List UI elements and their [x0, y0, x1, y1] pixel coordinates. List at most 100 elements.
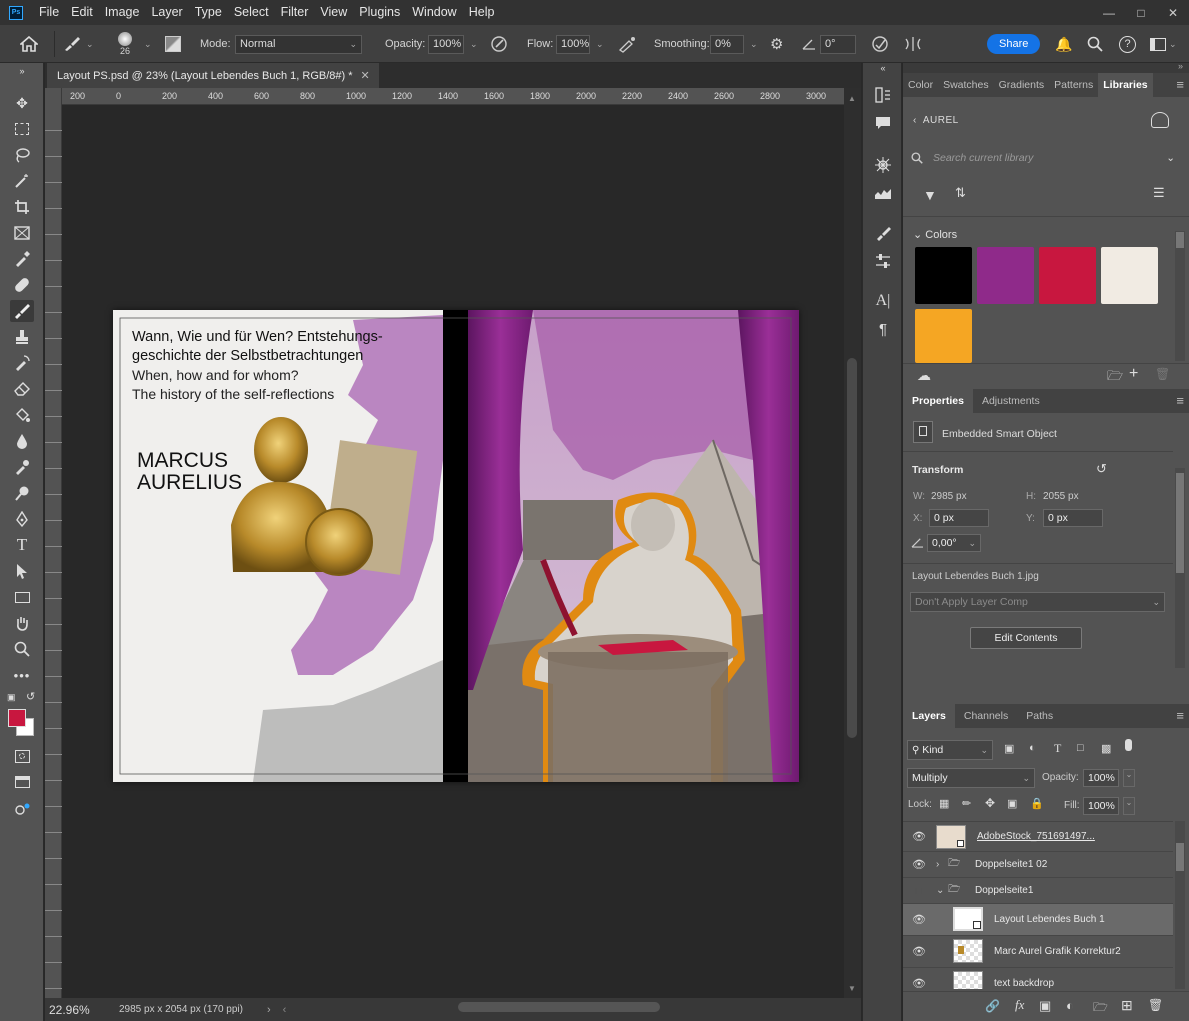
- library-scrollbar[interactable]: [1175, 231, 1185, 361]
- close-icon[interactable]: ✕: [1157, 0, 1189, 25]
- tab-paths[interactable]: Paths: [1017, 704, 1062, 728]
- fill-input[interactable]: 100%: [1083, 797, 1119, 815]
- history-brush-tool-icon[interactable]: [10, 352, 34, 374]
- width-value[interactable]: 2985 px: [931, 491, 967, 502]
- add-mask-icon[interactable]: ▣: [1039, 998, 1051, 1014]
- lock-artboard-icon[interactable]: ▣: [1007, 797, 1017, 810]
- layer-name[interactable]: Marc Aurel Grafik Korrektur2: [994, 946, 1121, 957]
- search-icon[interactable]: [1087, 25, 1103, 63]
- library-color-swatch[interactable]: [915, 247, 972, 304]
- list-view-icon[interactable]: ☰: [1153, 185, 1165, 201]
- brush-tool-icon[interactable]: [10, 300, 34, 322]
- more-tools-icon[interactable]: •••: [10, 664, 34, 686]
- ruler-origin[interactable]: [45, 88, 62, 105]
- brush-size-picker[interactable]: 26: [118, 25, 132, 63]
- height-value[interactable]: 2055 px: [1043, 491, 1079, 502]
- workspace-icon[interactable]: ⌄: [1150, 25, 1177, 63]
- smudge-tool-icon[interactable]: [10, 456, 34, 478]
- horizontal-scroll-thumb[interactable]: [458, 1002, 660, 1012]
- chevron-down-icon[interactable]: ⌄: [1123, 769, 1135, 787]
- layer-row[interactable]: 👁 text backdrop: [903, 968, 1173, 989]
- screen-mode-icon[interactable]: [10, 771, 34, 793]
- help-icon[interactable]: ?: [1119, 25, 1136, 63]
- brush-settings-icon[interactable]: [165, 25, 181, 63]
- menu-file[interactable]: File: [33, 0, 65, 25]
- chevron-down-icon[interactable]: ⌄: [144, 25, 152, 63]
- path-selection-tool-icon[interactable]: [10, 560, 34, 582]
- chevron-down-icon[interactable]: ⌄: [1123, 797, 1135, 815]
- y-input[interactable]: 0 px: [1043, 509, 1103, 527]
- layer-row[interactable]: 👁 Marc Aurel Grafik Korrektur2: [903, 936, 1173, 968]
- chevron-down-icon[interactable]: ⌄: [936, 885, 944, 896]
- menu-layer[interactable]: Layer: [145, 0, 188, 25]
- layer-group-row[interactable]: 👁 › 🗁 Doppelseite1 02: [903, 852, 1173, 878]
- chevron-down-icon[interactable]: ⌄: [596, 39, 604, 50]
- paragraph-icon[interactable]: ¶: [873, 319, 893, 339]
- close-tab-icon[interactable]: ✕: [361, 69, 370, 82]
- histogram-icon[interactable]: [873, 183, 893, 203]
- brush-tool-preset-icon[interactable]: ⌄: [62, 25, 94, 63]
- mode-select[interactable]: Normal ⌄: [235, 34, 362, 54]
- sort-icon[interactable]: ⇅: [955, 185, 966, 201]
- library-color-swatch[interactable]: [977, 247, 1034, 304]
- navigator-icon[interactable]: [873, 155, 893, 175]
- document-tab[interactable]: Layout PS.psd @ 23% (Layout Lebendes Buc…: [47, 63, 379, 88]
- eye-hidden-icon[interactable]: □: [911, 885, 927, 897]
- lasso-tool-icon[interactable]: [10, 144, 34, 166]
- library-back[interactable]: ‹ AUREL: [913, 115, 959, 126]
- swap-colors-icon[interactable]: ↺: [26, 690, 35, 703]
- layer-name[interactable]: text backdrop: [994, 978, 1054, 989]
- brushes-icon[interactable]: [873, 223, 893, 243]
- layer-name[interactable]: Doppelseite1: [975, 885, 1033, 896]
- gear-icon[interactable]: ⚙: [770, 25, 783, 63]
- menu-view[interactable]: View: [314, 0, 353, 25]
- share-button[interactable]: Share: [987, 34, 1041, 54]
- menu-filter[interactable]: Filter: [275, 0, 315, 25]
- healing-brush-tool-icon[interactable]: [10, 274, 34, 296]
- invite-people-icon[interactable]: [1151, 112, 1169, 128]
- tab-gradients[interactable]: Gradients: [994, 73, 1050, 97]
- eye-icon[interactable]: 👁: [911, 977, 927, 989]
- link-layers-icon[interactable]: 🔗: [985, 999, 1000, 1013]
- adjustments-sliders-icon[interactable]: [873, 251, 893, 271]
- library-color-swatch[interactable]: [1101, 247, 1158, 304]
- lock-position-icon[interactable]: ✥: [985, 796, 995, 810]
- scroll-down-icon[interactable]: ▼: [848, 984, 856, 993]
- minimize-icon[interactable]: —: [1093, 0, 1125, 25]
- fx-icon[interactable]: fx: [1015, 997, 1024, 1013]
- smoothing-input[interactable]: 0%: [710, 34, 744, 54]
- pen-tool-icon[interactable]: [10, 508, 34, 530]
- properties-scrollbar[interactable]: [1175, 468, 1185, 668]
- flow-input[interactable]: 100%: [556, 34, 590, 54]
- home-icon[interactable]: [20, 25, 38, 63]
- eyedropper-tool-icon[interactable]: [10, 248, 34, 270]
- share-for-review-icon[interactable]: [10, 799, 34, 821]
- scroll-up-icon[interactable]: ▲: [848, 94, 856, 103]
- layer-name[interactable]: Doppelseite1 02: [975, 859, 1047, 870]
- zoom-level[interactable]: 22.96%: [49, 1003, 111, 1017]
- layer-group-row[interactable]: □ ⌄ 🗁 Doppelseite1: [903, 878, 1173, 904]
- layer-row[interactable]: 👁 AdobeStock_751691497...: [903, 822, 1173, 852]
- layer-name[interactable]: Layout Lebendes Buch 1: [994, 914, 1105, 925]
- panel-menu-icon[interactable]: ≡: [1171, 704, 1189, 728]
- history-icon[interactable]: [873, 85, 893, 105]
- layer-comp-select[interactable]: Don't Apply Layer Comp ⌄: [910, 592, 1165, 612]
- add-icon[interactable]: +: [1129, 365, 1138, 383]
- lock-transparent-icon[interactable]: ▦: [939, 797, 949, 810]
- adjustment-layer-icon[interactable]: ◐: [1066, 998, 1074, 1013]
- edit-contents-button[interactable]: Edit Contents: [970, 627, 1082, 649]
- menu-image[interactable]: Image: [99, 0, 146, 25]
- filter-shape-icon[interactable]: □: [1077, 742, 1084, 754]
- angle-input[interactable]: 0,00° ⌄: [927, 534, 981, 552]
- reset-transform-icon[interactable]: ↺: [1096, 461, 1107, 477]
- menu-plugins[interactable]: Plugins: [353, 0, 406, 25]
- filter-smart-object-icon[interactable]: ▩: [1101, 742, 1111, 755]
- tab-patterns[interactable]: Patterns: [1049, 73, 1098, 97]
- eye-icon[interactable]: 👁: [911, 945, 927, 958]
- tab-properties[interactable]: Properties: [903, 389, 973, 413]
- layer-opacity-input[interactable]: 100%: [1083, 769, 1119, 787]
- tab-color[interactable]: Color: [903, 73, 938, 97]
- tab-channels[interactable]: Channels: [955, 704, 1017, 728]
- library-color-swatch[interactable]: [1039, 247, 1096, 304]
- blend-mode-select[interactable]: Multiply ⌄: [907, 768, 1035, 788]
